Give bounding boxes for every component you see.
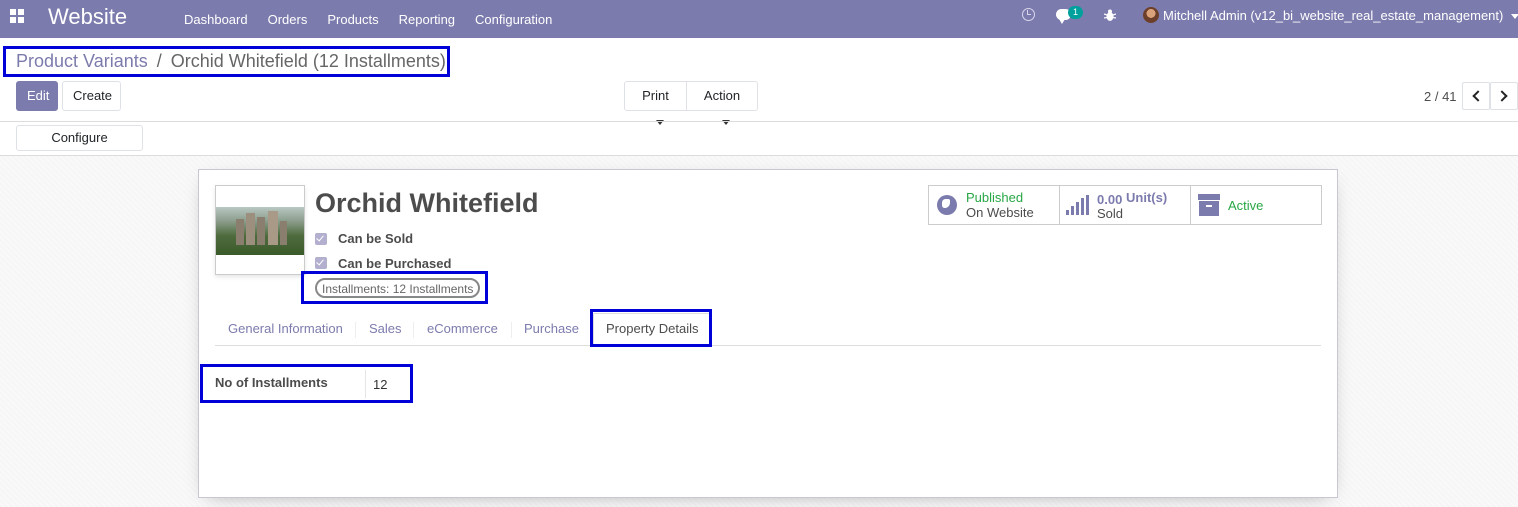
configure-variants-button[interactable]: Configure Variants bbox=[16, 125, 143, 169]
main-menu: Dashboard Orders Products Reporting Conf… bbox=[174, 0, 562, 38]
action-label: Action bbox=[703, 88, 741, 103]
tab-separator bbox=[511, 322, 512, 338]
menu-reporting[interactable]: Reporting bbox=[389, 12, 465, 27]
can-be-purchased-label: Can be Purchased bbox=[338, 256, 452, 271]
edit-button[interactable]: Edit bbox=[16, 81, 58, 111]
activity-clock-icon[interactable] bbox=[1022, 8, 1035, 21]
signal-bars-icon bbox=[1066, 195, 1090, 215]
app-brand[interactable]: Website bbox=[48, 4, 127, 30]
breadcrumb-product-variants[interactable]: Product Variants bbox=[16, 51, 148, 71]
attribute-tag: Installments: 12 Installments bbox=[315, 278, 481, 298]
pager-previous-button[interactable] bbox=[1462, 82, 1490, 110]
units-sold-button[interactable]: 0.00 Unit(s) Sold bbox=[1060, 186, 1191, 224]
active-status: Active bbox=[1228, 198, 1264, 213]
create-button[interactable]: Create bbox=[62, 81, 121, 111]
pager-next-button[interactable] bbox=[1490, 82, 1518, 110]
chat-badge: 1 bbox=[1068, 6, 1083, 19]
field-separator bbox=[365, 370, 366, 398]
can-be-purchased-checkbox[interactable] bbox=[315, 257, 327, 269]
can-be-sold-checkbox[interactable] bbox=[315, 233, 327, 245]
menu-products[interactable]: Products bbox=[317, 12, 388, 27]
avatar[interactable] bbox=[1143, 7, 1159, 23]
product-name: Orchid Whitefield bbox=[315, 188, 539, 218]
chevron-down-icon[interactable] bbox=[1511, 14, 1518, 19]
on-website-label: On Website bbox=[966, 205, 1034, 220]
menu-configuration[interactable]: Configuration bbox=[465, 12, 562, 27]
action-button[interactable]: Action bbox=[686, 81, 758, 126]
chevron-right-icon bbox=[1496, 90, 1508, 102]
active-toggle-button[interactable]: Active bbox=[1191, 186, 1321, 224]
tab-sales[interactable]: Sales bbox=[369, 314, 402, 346]
can-be-sold-label: Can be Sold bbox=[338, 231, 414, 246]
sold-value: 0.00 bbox=[1097, 192, 1123, 207]
menu-dashboard[interactable]: Dashboard bbox=[174, 12, 258, 27]
product-image[interactable] bbox=[215, 185, 305, 275]
tab-separator bbox=[355, 322, 356, 338]
tab-property-details[interactable]: Property Details bbox=[593, 313, 712, 345]
debug-bug-icon[interactable] bbox=[1104, 9, 1116, 22]
published-status: Published bbox=[966, 190, 1024, 205]
user-menu[interactable]: Mitchell Admin (v12_bi_website_real_esta… bbox=[1163, 8, 1503, 23]
smart-buttons: Published On Website 0.00 Unit(s) Sold A… bbox=[928, 185, 1322, 225]
website-published-button[interactable]: Published On Website bbox=[929, 186, 1060, 224]
sold-unit: Unit(s) bbox=[1126, 190, 1168, 205]
breadcrumb-current: Orchid Whitefield (12 Installments) bbox=[170, 51, 446, 71]
tab-separator bbox=[413, 322, 414, 338]
tabs-underline bbox=[215, 345, 1321, 346]
breadcrumb-separator: / bbox=[156, 51, 162, 71]
no-of-installments-label: No of Installments bbox=[215, 375, 328, 390]
tab-general-information[interactable]: General Information bbox=[228, 314, 343, 346]
print-button[interactable]: Print bbox=[624, 81, 687, 126]
no-of-installments-value[interactable]: 12 bbox=[373, 377, 387, 392]
menu-orders[interactable]: Orders bbox=[258, 12, 318, 27]
divider bbox=[0, 121, 1518, 122]
tab-purchase[interactable]: Purchase bbox=[524, 314, 579, 346]
apps-menu-icon[interactable] bbox=[10, 9, 24, 23]
pager-value[interactable]: 2 / 41 bbox=[1424, 89, 1457, 104]
sold-label: Sold bbox=[1097, 206, 1124, 221]
breadcrumb: Product Variants / Orchid Whitefield (12… bbox=[16, 51, 446, 72]
tab-ecommerce[interactable]: eCommerce bbox=[427, 314, 498, 346]
product-photo bbox=[216, 207, 304, 255]
print-label: Print bbox=[642, 88, 669, 103]
archive-icon bbox=[1198, 194, 1220, 216]
chevron-left-icon bbox=[1472, 90, 1484, 102]
globe-icon bbox=[937, 195, 957, 215]
